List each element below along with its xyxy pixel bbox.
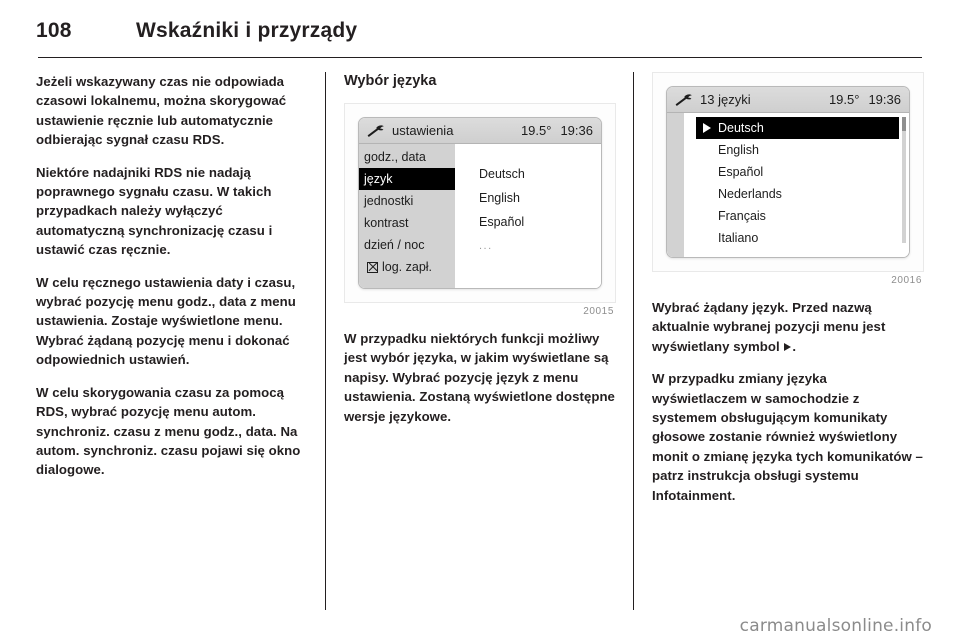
figure-language-list: 13 języki 19.5° 19:36 Deutsch English Es…	[652, 72, 924, 286]
paragraph: W celu skorygowania czasu za pomocą RDS,…	[36, 384, 301, 478]
manual-page: 108 Wskaźniki i przyrządy Jeżeli wskazyw…	[0, 0, 960, 642]
settings-menu-pane: godz., data język jednostki kontrast dzi…	[359, 144, 473, 288]
value-item-more: ...	[479, 240, 493, 252]
page-header: 108 Wskaźniki i przyrządy	[36, 14, 924, 48]
value-item-deutsch[interactable]: Deutsch	[479, 162, 601, 186]
menu-item-godz-data[interactable]: godz., data	[359, 146, 455, 168]
display-body: godz., data język jednostki kontrast dzi…	[359, 144, 601, 288]
site-watermark: carmanualsonline.info	[739, 616, 932, 636]
header-divider	[38, 57, 922, 58]
middle-column: Wybór języka ustawienia 19.5° 19:36 godz…	[344, 72, 616, 612]
menu-item-log-zapl[interactable]: log. zapł.	[359, 256, 455, 278]
ignition-checkbox-icon	[367, 261, 378, 273]
display-clock: 19:36	[868, 92, 901, 107]
scrollbar-thumb[interactable]	[902, 117, 906, 131]
value-item-english[interactable]: English	[479, 186, 601, 210]
column-layout: Jeżeli wskazywany czas nie odpowiada cza…	[36, 72, 924, 612]
language-item-espanol[interactable]: Español	[684, 161, 909, 183]
section-subheading: Wybór języka	[344, 73, 437, 89]
infotainment-display: 13 języki 19.5° 19:36 Deutsch English Es…	[666, 86, 910, 258]
current-selection-triangle-icon	[703, 123, 711, 133]
display-clock: 19:36	[560, 123, 593, 138]
figure-caption: 20016	[891, 275, 922, 286]
language-list-body: Deutsch English Español Nederlands Franç…	[667, 113, 909, 257]
column-gap	[308, 72, 344, 612]
paragraph: Niektóre nadajniki RDS nie nadają popraw…	[36, 164, 273, 258]
figure-frame: ustawienia 19.5° 19:36 godz., data język…	[344, 103, 616, 303]
paragraph-text-before: Wybrać żądany język. Przed nazwą aktualn…	[652, 300, 886, 354]
figure-frame: 13 języki 19.5° 19:36 Deutsch English Es…	[652, 72, 924, 272]
language-list-gutter	[667, 113, 684, 257]
language-item-nederlands[interactable]: Nederlands	[684, 183, 909, 205]
language-item-english[interactable]: English	[684, 139, 909, 161]
settings-wrench-icon	[675, 93, 692, 106]
paragraph: W przypadku zmiany języka wyświetlaczem …	[652, 371, 923, 503]
paragraph-with-glyph: Wybrać żądany język. Przed nazwą aktualn…	[652, 298, 924, 356]
language-item-deutsch[interactable]: Deutsch	[696, 117, 899, 139]
settings-wrench-icon	[367, 124, 384, 137]
value-item-espanol[interactable]: Español	[479, 210, 601, 234]
menu-item-log-zapl-label: log. zapł.	[382, 260, 433, 274]
display-status-bar: ustawienia 19.5° 19:36	[359, 118, 601, 144]
page-number: 108	[36, 19, 72, 42]
paragraph: Jeżeli wskazywany czas nie odpowiada cza…	[36, 74, 287, 148]
right-column: 13 języki 19.5° 19:36 Deutsch English Es…	[652, 72, 924, 612]
paragraph: W przypadku niektórych funkcji możliwy j…	[344, 331, 615, 424]
display-status-bar: 13 języki 19.5° 19:36	[667, 87, 909, 113]
column-divider	[325, 72, 326, 610]
figure-settings-menu: ustawienia 19.5° 19:36 godz., data język…	[344, 103, 616, 317]
display-temperature: 19.5°	[828, 92, 860, 107]
language-list-scrollbar[interactable]	[902, 117, 906, 243]
infotainment-display: ustawienia 19.5° 19:36 godz., data język…	[358, 117, 602, 289]
menu-item-kontrast[interactable]: kontrast	[359, 212, 455, 234]
paragraph: W celu ręcznego ustawienia daty i czasu,…	[36, 274, 296, 368]
menu-item-dzien-noc[interactable]: dzień / noc	[359, 234, 455, 256]
menu-item-jednostki[interactable]: jednostki	[359, 190, 455, 212]
display-temperature: 19.5°	[520, 123, 552, 138]
column-gap	[616, 72, 652, 612]
language-item-label: Deutsch	[718, 121, 764, 135]
language-item-italiano[interactable]: Italiano	[684, 227, 909, 249]
paragraph-text-after: .	[792, 338, 797, 354]
left-column: Jeżeli wskazywany czas nie odpowiada cza…	[36, 72, 308, 612]
selection-triangle-icon	[784, 342, 792, 351]
figure-caption: 20015	[583, 306, 614, 317]
chapter-title: Wskaźniki i przyrządy	[136, 19, 358, 42]
display-title: ustawienia	[392, 123, 454, 138]
settings-value-pane: Deutsch English Español ...	[455, 144, 601, 288]
language-item-francais[interactable]: Français	[684, 205, 909, 227]
column-divider	[633, 72, 634, 610]
language-list: Deutsch English Español Nederlands Franç…	[684, 113, 909, 257]
display-title: 13 języki	[700, 92, 751, 107]
